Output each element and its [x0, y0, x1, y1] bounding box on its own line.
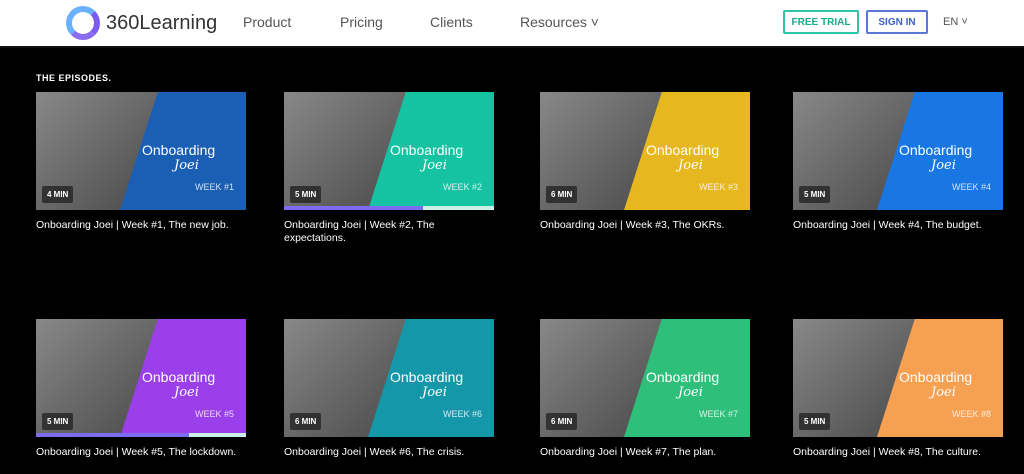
episode-card[interactable]: Onboarding Joei WEEK #6 6 MIN Onboarding…: [284, 319, 494, 459]
episode-card[interactable]: Onboarding Joei WEEK #1 4 MIN Onboarding…: [36, 92, 246, 232]
nav-clients[interactable]: Clients: [430, 14, 473, 30]
week-label: WEEK #6: [442, 409, 482, 419]
episode-card[interactable]: Onboarding Joei WEEK #4 5 MIN Onboarding…: [793, 92, 1003, 232]
nav-product[interactable]: Product: [243, 14, 291, 30]
episode-title[interactable]: Onboarding Joei | Week #7, The plan.: [540, 446, 750, 459]
episode-card[interactable]: Onboarding Joei WEEK #8 5 MIN Onboarding…: [793, 319, 1003, 459]
brand-text: Onboarding: [390, 142, 464, 158]
brand-script: Joei: [174, 385, 199, 400]
sign-in-button[interactable]: SIGN IN: [866, 10, 928, 34]
duration-badge: 6 MIN: [546, 413, 578, 430]
duration-badge: 6 MIN: [546, 186, 578, 203]
episode-card[interactable]: Onboarding Joei WEEK #3 6 MIN Onboarding…: [540, 92, 750, 232]
brand-text: Onboarding: [899, 142, 973, 158]
episode-title[interactable]: Onboarding Joei | Week #3, The OKRs.: [540, 219, 750, 232]
episode-title[interactable]: Onboarding Joei | Week #2, The expectati…: [284, 219, 494, 245]
duration-badge: 6 MIN: [290, 413, 322, 430]
top-nav: 360Learning Product Pricing Clients Reso…: [0, 0, 1024, 48]
progress-fill: [284, 206, 423, 210]
week-label: WEEK #7: [698, 409, 738, 419]
episode-card[interactable]: Onboarding Joei WEEK #5 5 MIN Onboarding…: [36, 319, 246, 459]
duration-badge: 5 MIN: [799, 413, 831, 430]
section-title: THE EPISODES.: [36, 73, 112, 83]
episode-thumbnail[interactable]: Onboarding Joei WEEK #3 6 MIN: [540, 92, 750, 210]
episode-title[interactable]: Onboarding Joei | Week #4, The budget.: [793, 219, 1003, 232]
brand-text: Onboarding: [646, 369, 720, 385]
week-label: WEEK #1: [194, 182, 234, 192]
episode-card[interactable]: Onboarding Joei WEEK #7 6 MIN Onboarding…: [540, 319, 750, 459]
duration-badge: 5 MIN: [799, 186, 831, 203]
progress-fill: [36, 433, 190, 437]
nav-pricing[interactable]: Pricing: [340, 14, 383, 30]
episode-title[interactable]: Onboarding Joei | Week #5, The lockdown.: [36, 446, 246, 459]
duration-badge: 5 MIN: [290, 186, 322, 203]
nav-resources[interactable]: Resources ˅: [520, 14, 599, 30]
week-label: WEEK #8: [951, 409, 991, 419]
week-label: WEEK #4: [951, 182, 991, 192]
episode-thumbnail[interactable]: Onboarding Joei WEEK #8 5 MIN: [793, 319, 1003, 437]
brand-script: Joei: [931, 385, 956, 400]
brand-text: Onboarding: [899, 369, 973, 385]
brand-text: Onboarding: [390, 369, 464, 385]
free-trial-button[interactable]: FREE TRIAL: [783, 10, 859, 34]
logo[interactable]: 360Learning: [66, 6, 217, 40]
brand-text: Onboarding: [646, 142, 720, 158]
week-label: WEEK #3: [698, 182, 738, 192]
brand-script: Joei: [174, 158, 199, 173]
episode-thumbnail[interactable]: Onboarding Joei WEEK #5 5 MIN: [36, 319, 246, 437]
language-selector[interactable]: EN ˅: [943, 16, 968, 28]
episode-card[interactable]: Onboarding Joei WEEK #2 5 MIN Onboarding…: [284, 92, 494, 245]
episode-title[interactable]: Onboarding Joei | Week #1, The new job.: [36, 219, 246, 232]
brand-script: Joei: [931, 158, 956, 173]
brand-script: Joei: [422, 158, 447, 173]
episode-thumbnail[interactable]: Onboarding Joei WEEK #6 6 MIN: [284, 319, 494, 437]
episode-thumbnail[interactable]: Onboarding Joei WEEK #2 5 MIN: [284, 92, 494, 210]
episode-title[interactable]: Onboarding Joei | Week #8, The culture.: [793, 446, 1003, 459]
duration-badge: 5 MIN: [42, 413, 74, 430]
duration-badge: 4 MIN: [42, 186, 74, 203]
episode-thumbnail[interactable]: Onboarding Joei WEEK #4 5 MIN: [793, 92, 1003, 210]
brand-text: Onboarding: [142, 369, 216, 385]
brand-script: Joei: [422, 385, 447, 400]
logo-text: 360Learning: [106, 11, 218, 34]
logo-ring-icon: [66, 6, 100, 40]
week-label: WEEK #2: [442, 182, 482, 192]
brand-text: Onboarding: [142, 142, 216, 158]
episode-title[interactable]: Onboarding Joei | Week #6, The crisis.: [284, 446, 494, 459]
episode-thumbnail[interactable]: Onboarding Joei WEEK #7 6 MIN: [540, 319, 750, 437]
brand-script: Joei: [678, 158, 703, 173]
progress-bar: [284, 206, 494, 210]
week-label: WEEK #5: [194, 409, 234, 419]
episode-thumbnail[interactable]: Onboarding Joei WEEK #1 4 MIN: [36, 92, 246, 210]
brand-script: Joei: [678, 385, 703, 400]
progress-bar: [36, 433, 246, 437]
